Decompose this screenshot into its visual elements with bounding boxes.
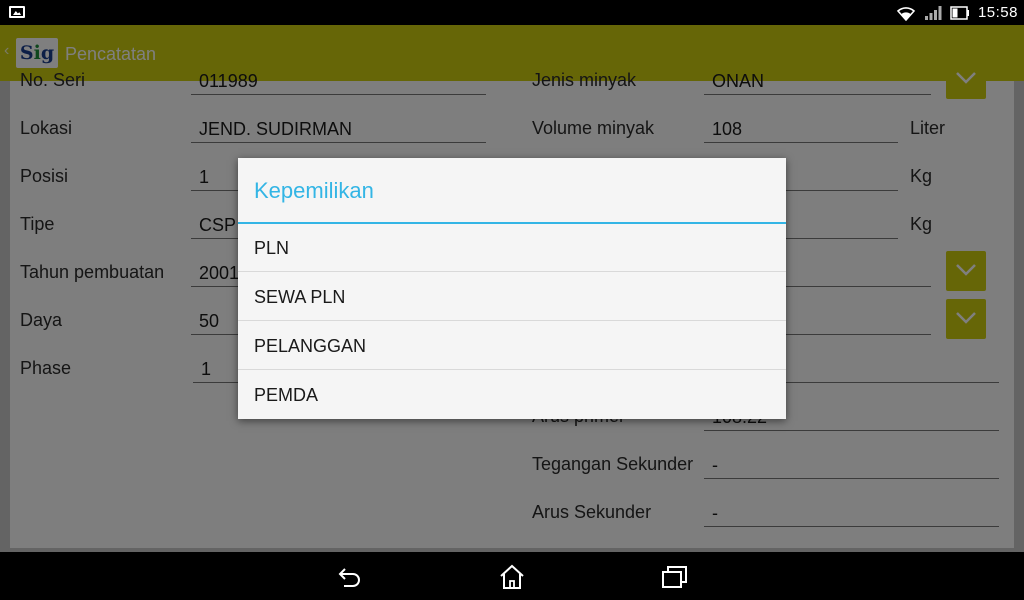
wifi-icon [896, 6, 916, 21]
gallery-icon [9, 6, 25, 18]
option-sewa-pln[interactable]: SEWA PLN [238, 273, 786, 321]
back-icon[interactable] [336, 564, 364, 590]
dialog-title: Kepemilikan [254, 178, 374, 203]
battery-icon [950, 5, 969, 20]
status-bar: 15:58 [0, 0, 1024, 25]
option-pelanggan[interactable]: PELANGGAN [238, 322, 786, 370]
clock: 15:58 [977, 4, 1018, 21]
navigation-bar [0, 552, 1024, 600]
option-pemda[interactable]: PEMDA [238, 371, 786, 419]
signal-icon [924, 5, 942, 20]
option-pln[interactable]: PLN [238, 224, 786, 272]
recent-apps-icon[interactable] [661, 564, 689, 590]
kepemilikan-dialog: Kepemilikan PLN SEWA PLN PELANGGAN PEMDA [238, 158, 786, 419]
home-icon[interactable] [498, 564, 526, 590]
